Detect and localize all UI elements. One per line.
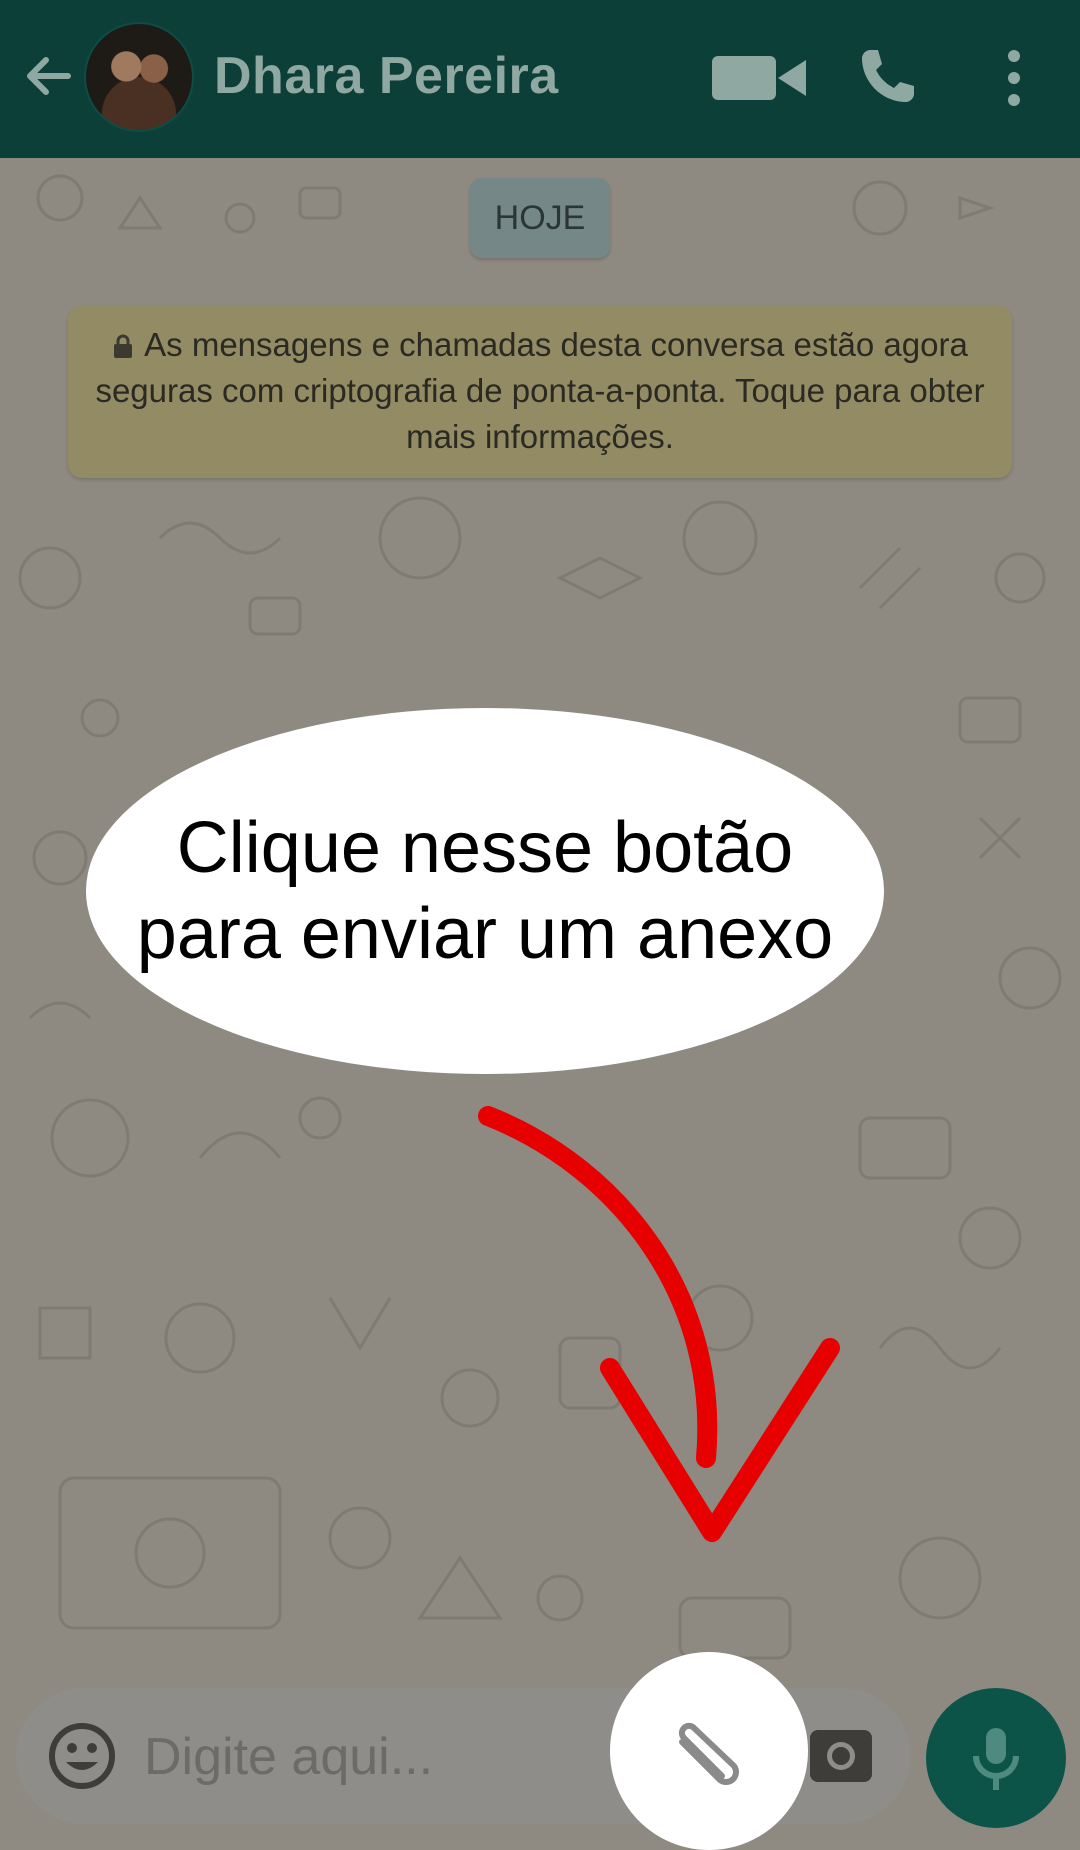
date-chip: HOJE [470, 178, 610, 258]
callout-line-1: Clique nesse botão [176, 808, 794, 888]
annotation-callout: Clique nesse botão para enviar um anexo [86, 708, 884, 1074]
contact-name[interactable]: Dhara Pereira [214, 46, 559, 106]
paperclip-icon[interactable] [668, 1720, 752, 1796]
app-header: Dhara Pereira [0, 0, 1080, 158]
avatar[interactable] [84, 22, 194, 132]
microphone-icon [973, 1728, 1019, 1790]
back-arrow-icon[interactable] [20, 48, 76, 104]
emoji-icon[interactable] [46, 1720, 118, 1792]
camera-icon[interactable] [808, 1722, 874, 1788]
video-call-icon[interactable] [712, 52, 808, 104]
phone-icon[interactable] [858, 46, 918, 106]
more-options-icon[interactable] [1002, 48, 1026, 108]
encryption-notice-text: As mensagens e chamadas desta conversa e… [95, 326, 985, 455]
callout-line-2: para enviar um anexo [136, 894, 834, 974]
microphone-button[interactable] [926, 1688, 1066, 1828]
message-input[interactable] [142, 1718, 506, 1796]
lock-icon [114, 334, 133, 358]
annotation-arrow [478, 1106, 840, 1542]
encryption-notice[interactable]: As mensagens e chamadas desta conversa e… [68, 306, 1012, 478]
chat-area: HOJE As mensagens e chamadas desta conve… [0, 158, 1080, 1840]
